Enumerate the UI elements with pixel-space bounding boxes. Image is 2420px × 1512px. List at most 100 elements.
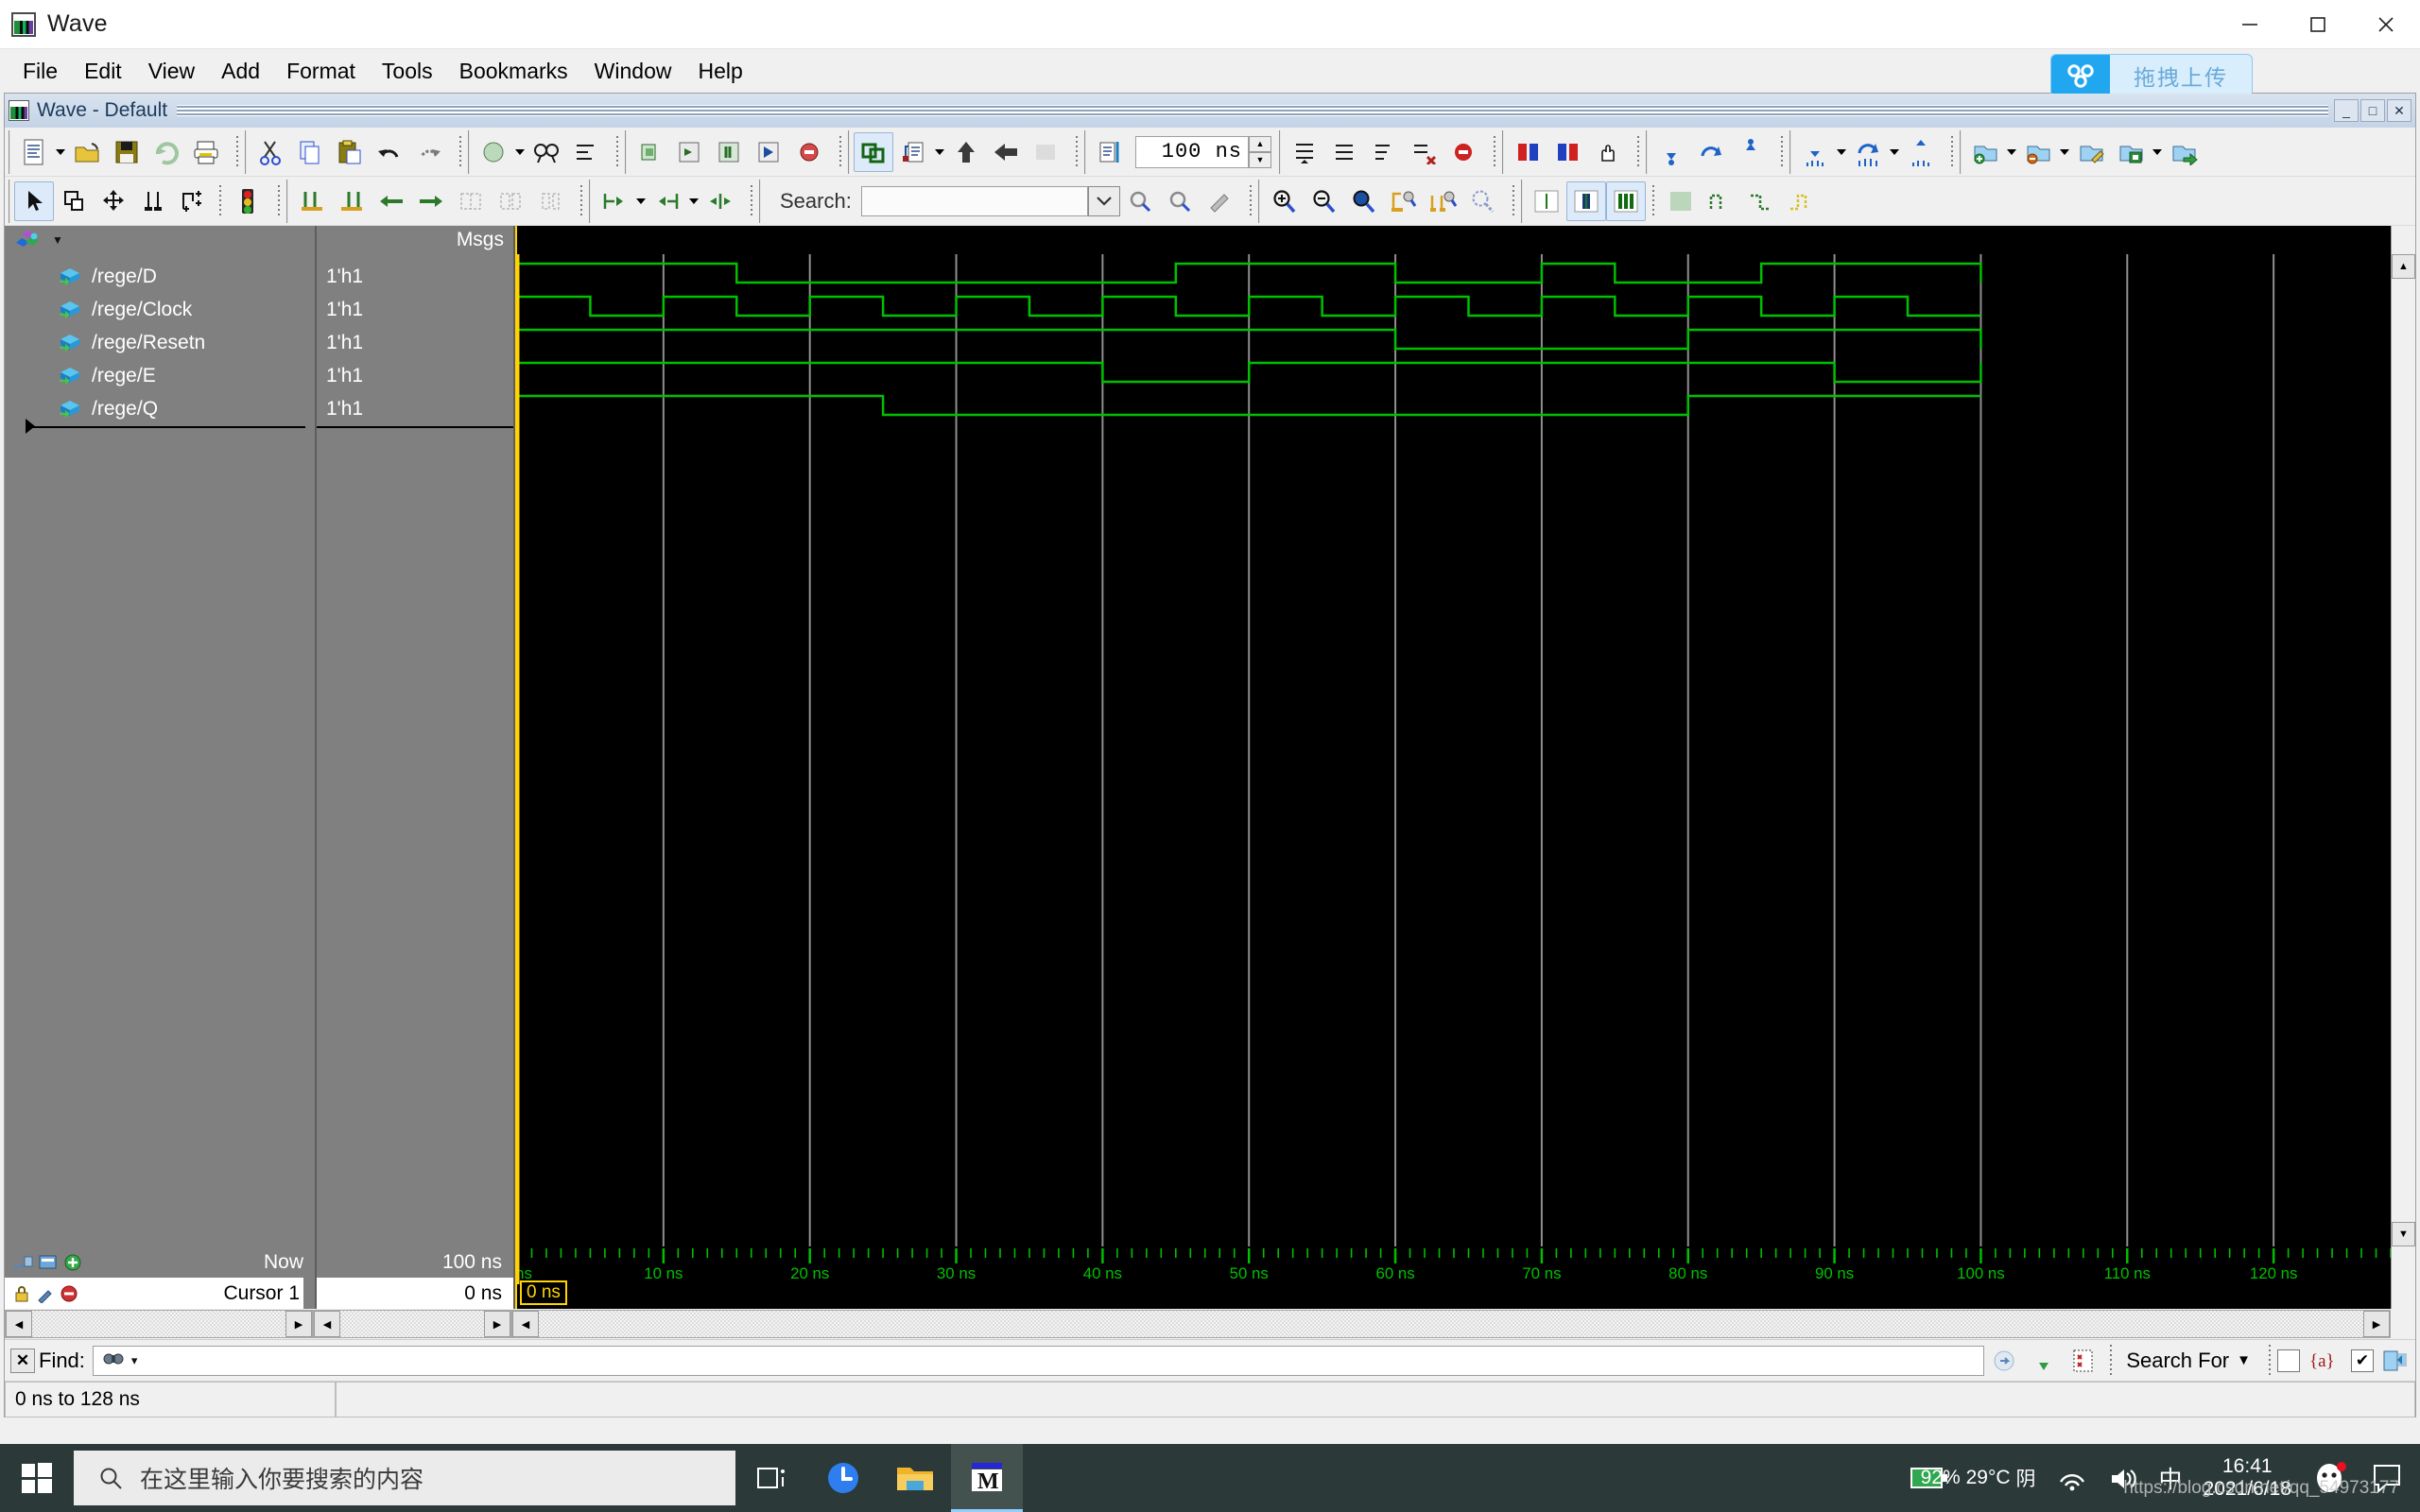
scroll-right-button[interactable]: ▶ [2363, 1311, 2390, 1337]
signals-dropdown-arrow[interactable]: ▼ [52, 233, 63, 247]
insert-cursor-button[interactable] [893, 132, 933, 172]
save-button[interactable] [107, 132, 147, 172]
scroll-up-button[interactable]: ▲ [2392, 254, 2415, 279]
find-in-list-button[interactable] [2064, 1341, 2103, 1381]
zoom-cursor-button[interactable] [1383, 181, 1423, 221]
wifi-icon[interactable] [2057, 1465, 2087, 1491]
menu-edit[interactable]: Edit [71, 55, 135, 88]
run-button[interactable] [710, 132, 750, 172]
stop-button[interactable] [1443, 132, 1483, 172]
wave-grid-button[interactable] [1661, 181, 1701, 221]
paste-button[interactable] [330, 132, 370, 172]
undo-button[interactable] [370, 132, 409, 172]
mdi-maximize-button[interactable]: □ [2360, 99, 2385, 122]
waveform-traces[interactable] [517, 254, 2391, 1246]
signal-row-d[interactable]: /rege/D [5, 260, 315, 293]
scroll-right-button[interactable]: ▶ [484, 1311, 510, 1337]
remove-wave-group-button[interactable] [2018, 132, 2058, 172]
run-length-input[interactable]: 100 ns [1135, 136, 1249, 168]
minimize-button[interactable] [2216, 0, 2284, 49]
wave-color-button[interactable] [474, 132, 513, 172]
search-prev-button[interactable] [1120, 181, 1160, 221]
task-view-icon[interactable] [735, 1444, 807, 1512]
scroll-left-button[interactable]: ◀ [6, 1311, 32, 1337]
add-wave-group-button[interactable] [1965, 132, 2005, 172]
menu-view[interactable]: View [135, 55, 208, 88]
menu-help[interactable]: Help [684, 55, 755, 88]
scroll-left-button[interactable]: ◀ [512, 1311, 539, 1337]
exact-match-checkbox[interactable] [2277, 1349, 2300, 1372]
find-next-edge-dropdown[interactable] [1888, 132, 1901, 172]
apply-wave-group-button[interactable] [2164, 132, 2204, 172]
save-wave-group-button[interactable] [2111, 132, 2151, 172]
link-waves-button[interactable] [854, 132, 893, 172]
find-prev-edge-dropdown[interactable] [1835, 132, 1848, 172]
find-input[interactable]: ▾ [93, 1346, 1984, 1376]
wave-edge-pulse-button[interactable] [1780, 181, 1820, 221]
find-button[interactable] [527, 132, 566, 172]
show-readers-button[interactable] [1547, 132, 1587, 172]
zoom-out-button[interactable] [1304, 181, 1343, 221]
select-mode-button[interactable] [14, 181, 54, 221]
names-hscrollbar[interactable]: ◀ ▶ [5, 1310, 313, 1338]
run-length-icon-button[interactable] [1090, 132, 1130, 172]
scroll-down-button[interactable]: ▼ [2392, 1222, 2415, 1246]
file-explorer-icon[interactable] [879, 1444, 951, 1512]
waveform-canvas[interactable] [515, 226, 2391, 1246]
zoom-region-mode-button[interactable] [54, 181, 94, 221]
restart-button[interactable] [631, 132, 670, 172]
move-cursor-next-button[interactable] [411, 181, 451, 221]
new-file-dropdown-arrow[interactable] [54, 132, 67, 172]
search-options-button[interactable] [1200, 181, 1239, 221]
search-next-button[interactable] [1160, 181, 1200, 221]
break-button[interactable] [789, 132, 829, 172]
show-drivers-button[interactable] [1508, 132, 1547, 172]
add-wave-group-dropdown[interactable] [2005, 132, 2018, 172]
insert-cursor-dropdown-arrow[interactable] [933, 132, 946, 172]
move-cursor-prev-button[interactable] [372, 181, 411, 221]
menu-window[interactable]: Window [581, 55, 685, 88]
lock-cursor-button[interactable] [530, 181, 570, 221]
restart-sim-button[interactable] [1026, 132, 1065, 172]
menu-format[interactable]: Format [273, 55, 369, 88]
scroll-trough[interactable] [539, 1311, 2363, 1337]
open-button[interactable] [67, 132, 107, 172]
align-cursor-right-button[interactable] [332, 181, 372, 221]
mdi-close-button[interactable]: ✕ [2387, 99, 2411, 122]
zoom-full-button[interactable] [1343, 181, 1383, 221]
pan-hand-button[interactable] [1587, 132, 1627, 172]
signal-row-q[interactable]: /rege/Q [5, 392, 315, 425]
expand-all-button[interactable] [1285, 132, 1324, 172]
traffic-light-button[interactable] [228, 181, 268, 221]
zoom-last-button[interactable] [1462, 181, 1502, 221]
remove-signal-button[interactable] [1404, 132, 1443, 172]
scroll-left-button[interactable]: ◀ [314, 1311, 340, 1337]
find-next-edge-button[interactable] [1848, 132, 1888, 172]
collapse-all-button[interactable] [1324, 132, 1364, 172]
reload-button[interactable] [147, 132, 186, 172]
collapse-time-dropdown[interactable] [687, 181, 700, 221]
redo-button[interactable] [409, 132, 449, 172]
menu-tools[interactable]: Tools [369, 55, 446, 88]
goto-prev-transition-button[interactable] [1651, 132, 1691, 172]
wave-color-dropdown-arrow[interactable] [513, 132, 527, 172]
search-for-dropdown-arrow[interactable]: ▼ [2237, 1352, 2251, 1368]
mdi-minimize-button[interactable]: _ [2334, 99, 2359, 122]
find-first-edge-button[interactable] [1901, 132, 1941, 172]
wave-edge-fall-button[interactable] [1740, 181, 1780, 221]
signal-row-resetn[interactable]: /rege/Resetn [5, 326, 315, 359]
find-next-button[interactable] [2024, 1341, 2064, 1381]
wave-edge-rise-button[interactable] [1701, 181, 1740, 221]
menu-file[interactable]: File [9, 55, 71, 88]
time-ruler[interactable]: 0 ns10 ns20 ns30 ns40 ns50 ns60 ns70 ns8… [515, 1246, 2391, 1309]
group-cursors-button[interactable] [451, 181, 491, 221]
goto-next-transition-button[interactable] [1691, 132, 1731, 172]
signal-row-clock[interactable]: /rege/Clock [5, 293, 315, 326]
print-button[interactable] [186, 132, 226, 172]
measure-mode-button[interactable] [133, 181, 173, 221]
find-scope-button[interactable] [1984, 1341, 2024, 1381]
maximize-button[interactable] [2284, 0, 2352, 49]
close-button[interactable] [2352, 0, 2420, 49]
scroll-trough[interactable] [340, 1311, 484, 1337]
weather-widget[interactable]: 92% 29°C 阴 [1910, 1464, 2036, 1492]
